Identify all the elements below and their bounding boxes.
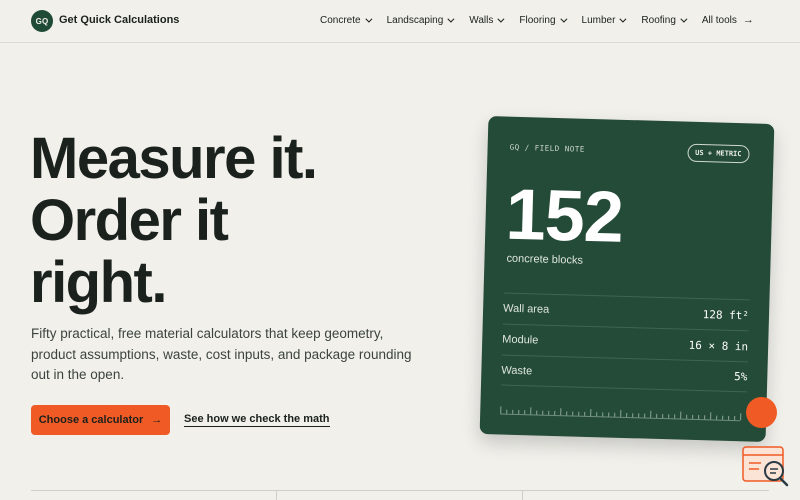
nav-item-landscaping[interactable]: Landscaping [386, 14, 455, 26]
ruler-tick [638, 413, 640, 418]
ruler-tick [662, 414, 664, 419]
ruler-graphic [500, 404, 742, 422]
ruler-tick [650, 410, 652, 418]
ruler-tick [692, 414, 694, 419]
ruler-tick [578, 411, 580, 416]
ruler-tick [716, 415, 718, 420]
column-divider [522, 490, 523, 500]
ruler-tick [572, 411, 574, 416]
ruler-tick [626, 413, 628, 418]
row-key: Wall area [502, 302, 550, 316]
ruler-tick [500, 406, 502, 414]
check-math-link[interactable]: See how we check the math [184, 413, 330, 427]
floating-action-button[interactable] [746, 397, 777, 428]
ruler-tick [548, 410, 550, 415]
chevron-down-icon [680, 15, 688, 23]
hero-title-line: Measure it. [30, 126, 318, 191]
nav-menu: Concrete Landscaping Walls Flooring Lumb… [320, 14, 771, 26]
ruler-tick [506, 409, 508, 414]
column-divider [276, 490, 277, 500]
units-badge: US + METRIC [686, 143, 750, 164]
section-divider [31, 490, 769, 500]
brand-name[interactable]: Get Quick Calculations [59, 14, 179, 26]
nav-item-concrete[interactable]: Concrete [320, 14, 373, 26]
top-nav: GQ Get Quick Calculations Concrete Lands… [0, 0, 800, 43]
ruler-tick [602, 412, 604, 417]
ruler-tick [674, 414, 676, 419]
nav-item-roofing[interactable]: Roofing [641, 14, 688, 26]
nav-item-label: Concrete [320, 14, 361, 26]
card-label: GQ / FIELD NOTE [509, 142, 585, 154]
ruler-tick [512, 409, 514, 414]
ruler-tick [596, 412, 598, 417]
nav-item-label: Lumber [581, 14, 616, 26]
button-label: Choose a calculator [38, 414, 144, 426]
ruler-tick [728, 415, 730, 420]
hero-title-line: right. [30, 250, 167, 315]
ruler-tick [740, 413, 742, 421]
ruler-tick [554, 411, 556, 416]
nav-item-label: Walls [469, 14, 494, 26]
chevron-down-icon [497, 15, 505, 23]
row-value: 5% [733, 370, 748, 384]
ruler-tick [734, 416, 736, 421]
ruler-tick [656, 413, 658, 418]
row-key: Waste [501, 364, 533, 377]
arrow-right-icon: → [151, 414, 163, 426]
ruler-tick [560, 408, 562, 416]
nav-item-label: All tools [701, 14, 737, 26]
ruler-tick [608, 412, 610, 417]
ruler-tick [668, 414, 670, 419]
row-key: Module [502, 333, 539, 347]
ruler-tick [614, 412, 616, 417]
chevron-down-icon [364, 15, 373, 23]
chevron-down-icon [559, 15, 567, 23]
hero-title: Measure it. Order it right. [30, 128, 450, 314]
nav-item-label: Roofing [641, 14, 676, 26]
ruler-tick [566, 411, 568, 416]
ruler-tick [620, 409, 622, 417]
ruler-tick [704, 415, 706, 420]
nav-item-flooring[interactable]: Flooring [519, 14, 567, 26]
ruler-tick [710, 412, 712, 420]
ruler-tick [686, 414, 688, 419]
arrow-right-icon: → [742, 14, 754, 26]
logo-badge[interactable]: GQ [31, 10, 53, 32]
field-note-card: GQ / FIELD NOTE US + METRIC 152 concrete… [479, 116, 775, 442]
nav-item-label: Landscaping [386, 14, 444, 26]
ruler-tick [722, 415, 724, 420]
ruler-tick [536, 410, 538, 415]
ruler-tick [542, 410, 544, 415]
nav-item-label: Flooring [519, 14, 556, 26]
ruler-tick [680, 411, 682, 419]
hero-subtitle: Fifty practical, free material calculato… [31, 326, 412, 382]
chevron-down-icon [619, 15, 627, 23]
card-row-waste: Waste 5% [500, 354, 748, 393]
nav-item-lumber[interactable]: Lumber [581, 14, 627, 26]
row-value: 16 × 8 in [688, 338, 749, 353]
card-result-number: 152 [504, 174, 624, 258]
ruler-tick [584, 411, 586, 416]
row-value: 128 ft² [702, 307, 750, 322]
ruler-tick [590, 409, 592, 417]
ruler-tick [698, 415, 700, 420]
nav-item-all-tools[interactable]: All tools → [702, 14, 754, 26]
ruler-tick [518, 410, 520, 415]
ruler-tick [530, 407, 532, 415]
nav-item-walls[interactable]: Walls [469, 14, 505, 26]
hero-title-line: Order it [30, 188, 229, 253]
search-document-icon [741, 445, 791, 490]
ruler-tick [632, 413, 634, 418]
ruler-tick [644, 413, 646, 418]
chevron-down-icon [447, 15, 455, 23]
card-result-unit: concrete blocks [506, 252, 584, 267]
ruler-tick [524, 410, 526, 415]
choose-calculator-button[interactable]: Choose a calculator → [31, 405, 170, 435]
